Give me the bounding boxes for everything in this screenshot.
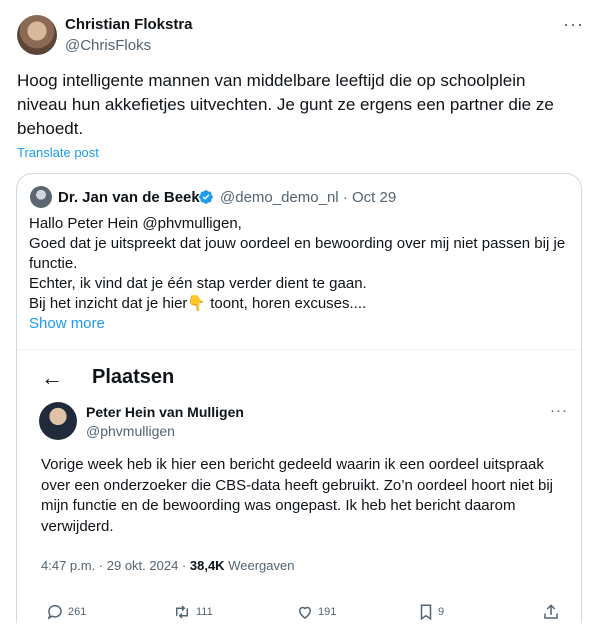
avatar[interactable] xyxy=(17,15,57,55)
translate-link[interactable]: Translate post xyxy=(17,145,99,160)
tweet-text: Hoog intelligente mannen van middelbare … xyxy=(17,71,554,138)
show-more-link[interactable]: Show more xyxy=(29,315,105,332)
screenshot-bookmarks: 9 xyxy=(418,603,444,621)
bookmark-icon xyxy=(420,604,432,621)
like-count: 191 xyxy=(318,606,337,618)
verified-badge-icon xyxy=(199,190,213,204)
screenshot-avatar xyxy=(39,402,77,440)
reply-count: 261 xyxy=(68,606,87,618)
screenshot-author-name: Peter Hein van Mulligen xyxy=(86,404,244,420)
screenshot-time: 4:47 p.m. · 29 okt. 2024 · xyxy=(41,558,187,573)
reply-icon xyxy=(47,604,62,620)
screenshot-page-title: Plaatsen xyxy=(92,366,175,388)
quote-date[interactable]: Oct 29 xyxy=(352,189,396,206)
quote-author-handle[interactable]: @demo_demo_nl xyxy=(220,189,339,206)
quote-text: Hallo Peter Hein @phvmulligen, Goed dat … xyxy=(29,214,569,314)
screenshot-share xyxy=(542,603,560,621)
repost-count: 111 xyxy=(196,606,213,618)
screenshot-meta: 4:47 p.m. · 29 okt. 2024 · 38,4K Weergav… xyxy=(41,558,294,573)
quote-line: Hallo Peter Hein @phvmulligen, xyxy=(29,215,242,232)
quote-line: Bij het inzicht dat je hier👇 toont, hore… xyxy=(29,295,367,312)
screenshot-views-count: 38,4K xyxy=(189,558,225,573)
quote-line: Goed dat je uitspreekt dat jouw oordeel … xyxy=(29,235,566,272)
screenshot-more-icon: ··· xyxy=(550,402,568,419)
quote-avatar[interactable] xyxy=(30,186,52,208)
share-icon xyxy=(544,604,558,619)
author-handle[interactable]: @ChrisFloks xyxy=(65,37,151,54)
back-arrow-icon: ← xyxy=(41,365,63,390)
separator: · xyxy=(342,189,348,206)
quote-author-meta[interactable]: @demo_demo_nl · Oct 29 xyxy=(220,189,396,206)
bookmark-count: 9 xyxy=(438,606,445,618)
screenshot-reposts: 111 xyxy=(172,603,213,621)
heart-icon xyxy=(298,606,312,619)
more-options-icon[interactable]: ··· xyxy=(563,14,584,35)
screenshot-text: Vorige week heb ik hier een bericht gede… xyxy=(41,456,553,535)
repost-icon xyxy=(176,605,188,619)
quote-line: Echter, ik vind dat je één stap verder d… xyxy=(29,275,367,292)
screenshot-replies: 261 xyxy=(46,603,86,621)
author-name[interactable]: Christian Flokstra xyxy=(65,16,193,33)
screenshot-author-handle: @phvmulligen xyxy=(86,423,175,439)
screenshot-likes: 191 xyxy=(296,603,336,621)
quote-author-name[interactable]: Dr. Jan van de Beek xyxy=(58,189,200,206)
screenshot-views-label: Weergaven xyxy=(228,558,295,573)
